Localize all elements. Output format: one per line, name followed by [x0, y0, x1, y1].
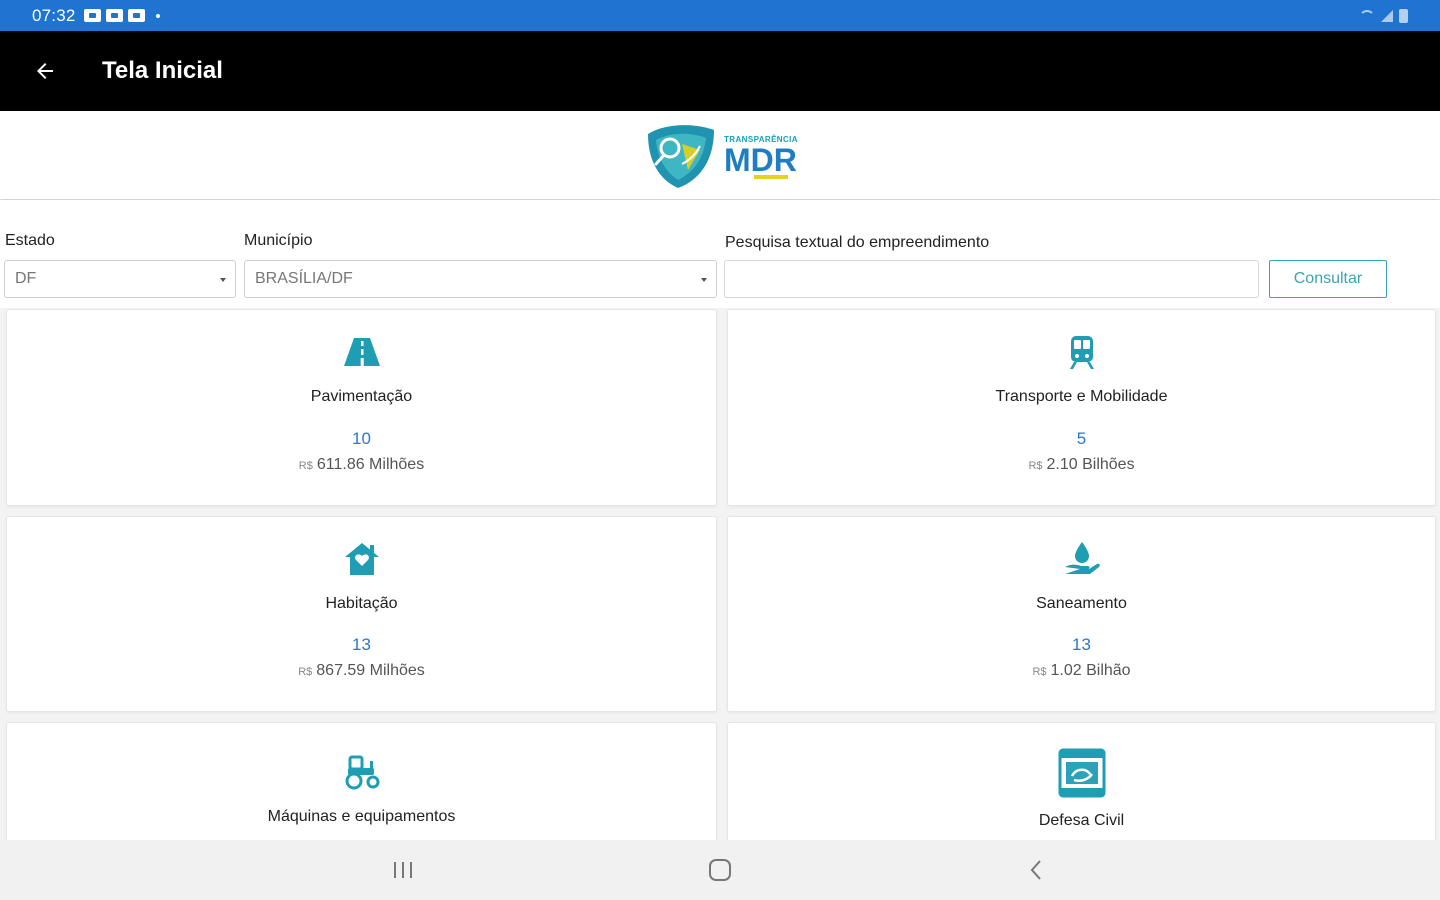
currency-symbol: R$ [298, 666, 313, 678]
recent-apps-icon [394, 862, 412, 878]
card-saneamento[interactable]: Saneamento 13 R$ 1.02 Bilhão [727, 516, 1436, 712]
estado-select[interactable]: DF [4, 260, 236, 298]
estado-label: Estado [5, 232, 55, 249]
currency-symbol: R$ [1028, 460, 1043, 472]
header-logo-band: TRANSPARÊNCIA MDR [0, 111, 1440, 199]
tractor-icon [345, 755, 379, 790]
system-back-button[interactable] [996, 840, 1076, 900]
recent-apps-button[interactable] [363, 840, 443, 900]
battery-icon [1399, 8, 1408, 23]
currency-symbol: R$ [298, 460, 313, 472]
municipio-value: BRASÍLIA/DF [255, 270, 353, 287]
currency-symbol: R$ [1032, 666, 1047, 678]
card-transporte[interactable]: Transporte e Mobilidade 5 R$ 2.10 Bilhões [727, 309, 1436, 506]
signal-icon [1381, 9, 1393, 22]
card-pavimentacao[interactable]: Pavimentação 10 R$ 611.86 Milhões [6, 309, 717, 506]
card-title: Habitação [325, 595, 398, 612]
municipio-label: Município [244, 232, 313, 249]
home-icon [709, 859, 731, 881]
card-amount: 611.86 Milhões [316, 456, 425, 473]
estado-value: DF [15, 270, 37, 287]
chevron-left-icon [1030, 860, 1041, 880]
municipio-select[interactable]: BRASÍLIA/DF [244, 260, 717, 298]
card-title: Transporte e Mobilidade [995, 388, 1168, 405]
wifi-icon [1359, 9, 1375, 22]
logo-title: MDR [724, 141, 797, 179]
card-title: Máquinas e equipamentos [267, 808, 456, 825]
card-count: 13 [352, 635, 371, 654]
page-title: Tela Inicial [102, 57, 223, 84]
card-amount: 1.02 Bilhão [1050, 662, 1131, 679]
card-title: Saneamento [1036, 595, 1127, 612]
card-value: R$ 611.86 Milhões [7, 456, 716, 474]
home-button[interactable] [680, 840, 760, 900]
status-bar: 07:32 [0, 0, 1440, 31]
card-title: Defesa Civil [1038, 812, 1125, 829]
video-notification-icon [127, 9, 145, 22]
card-value: R$ 2.10 Bilhões [728, 456, 1435, 474]
card-amount: 867.59 Milhões [316, 662, 425, 679]
chevron-down-icon [220, 278, 226, 282]
system-status-icons [1359, 8, 1408, 23]
filter-panel: Estado DF Município BRASÍLIA/DF Pesquisa… [0, 200, 1440, 308]
civil-defense-icon [1058, 748, 1105, 798]
card-amount: 2.10 Bilhões [1046, 456, 1135, 473]
water-hand-icon [1064, 542, 1100, 574]
card-title: Pavimentação [310, 388, 413, 405]
status-time: 07:32 [32, 5, 76, 25]
train-icon [1069, 336, 1094, 369]
card-count: 13 [1072, 635, 1091, 654]
chevron-down-icon [701, 278, 707, 282]
card-habitacao[interactable]: Habitação 13 R$ 867.59 Milhões [6, 516, 717, 712]
more-notifications-dot-icon [155, 13, 160, 18]
shield-magnifier-icon [648, 125, 715, 188]
road-icon [343, 338, 380, 366]
card-count: 10 [352, 429, 371, 448]
message-notification-icon [105, 9, 123, 22]
app-bar: Tela Inicial [0, 31, 1440, 111]
system-navigation-bar [0, 840, 1440, 900]
search-label: Pesquisa textual do empreendimento [725, 234, 990, 251]
mdr-logo: TRANSPARÊNCIA MDR [642, 120, 798, 190]
search-input[interactable] [724, 260, 1259, 298]
consult-button[interactable]: Consultar [1269, 260, 1387, 298]
card-value: R$ 867.59 Milhões [7, 662, 716, 680]
back-button[interactable] [0, 31, 90, 111]
house-icon [344, 543, 379, 575]
arrow-left-icon [37, 63, 53, 79]
card-value: R$ 1.02 Bilhão [728, 662, 1435, 680]
notification-icons [83, 9, 160, 22]
gallery-notification-icon [83, 9, 101, 22]
card-count: 5 [1076, 429, 1087, 448]
